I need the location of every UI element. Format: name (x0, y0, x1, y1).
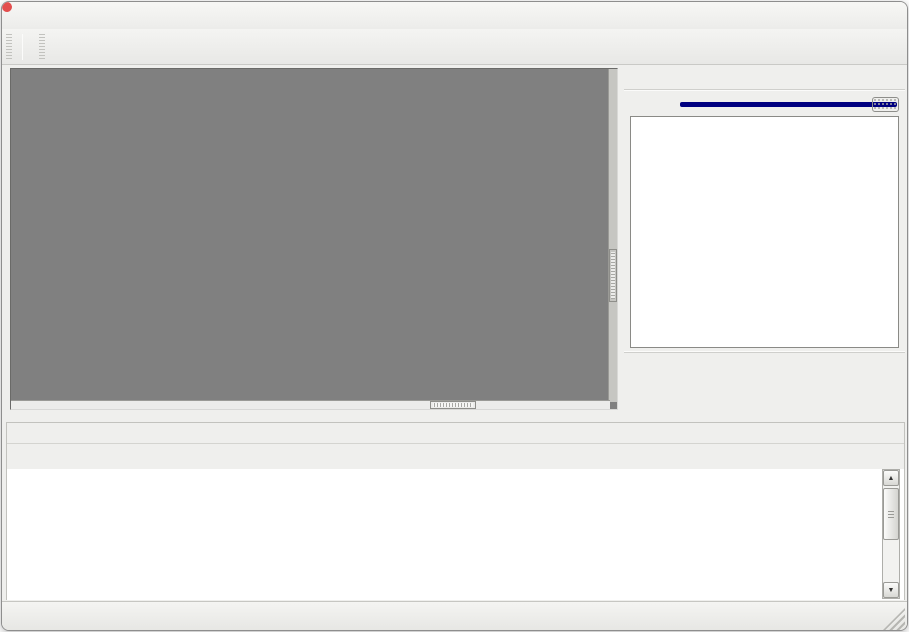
toolbar (2, 29, 907, 65)
tileset-vertical-scrollbar[interactable]: ▲ ▼ (882, 469, 900, 599)
close-panel-icon[interactable] (884, 426, 899, 440)
map-vertical-scrollbar[interactable] (608, 69, 617, 402)
map-vertical-scrollbar-thumb[interactable] (609, 249, 617, 302)
layers-panel (624, 68, 905, 416)
layer-action-bar (624, 352, 905, 384)
tileset-tab-bar (7, 444, 904, 469)
toolbar-separator (22, 34, 23, 60)
menu-bar (2, 2, 907, 29)
map-horizontal-scrollbar-thumb[interactable] (430, 401, 476, 409)
tileset-scrollbar-thumb[interactable] (883, 488, 899, 540)
tileset-content[interactable] (7, 469, 904, 600)
application-window: ▲ ▼ (1, 1, 908, 631)
map-canvas[interactable] (10, 68, 618, 410)
float-panel-icon[interactable] (865, 72, 880, 86)
tilesets-panel: ▲ ▼ (6, 422, 905, 600)
close-panel-icon[interactable] (885, 72, 900, 86)
opacity-slider-handle[interactable] (872, 97, 899, 112)
layers-panel-titlebar (624, 68, 905, 90)
resize-grip-icon[interactable] (883, 608, 905, 630)
scroll-up-icon[interactable]: ▲ (883, 470, 899, 486)
opacity-row (630, 95, 899, 113)
toolbar-grip[interactable] (6, 34, 12, 60)
map-horizontal-scrollbar[interactable] (11, 400, 610, 409)
float-panel-icon[interactable] (864, 426, 879, 440)
layer-list[interactable] (630, 116, 899, 348)
map-object-layer[interactable] (11, 69, 491, 389)
toolbar-grip-2[interactable] (39, 34, 45, 60)
opacity-slider-track[interactable] (680, 102, 897, 107)
status-bar (2, 601, 907, 631)
opacity-slider[interactable] (680, 96, 899, 112)
scroll-down-icon[interactable]: ▼ (883, 582, 899, 598)
tilesets-panel-titlebar (7, 423, 904, 444)
